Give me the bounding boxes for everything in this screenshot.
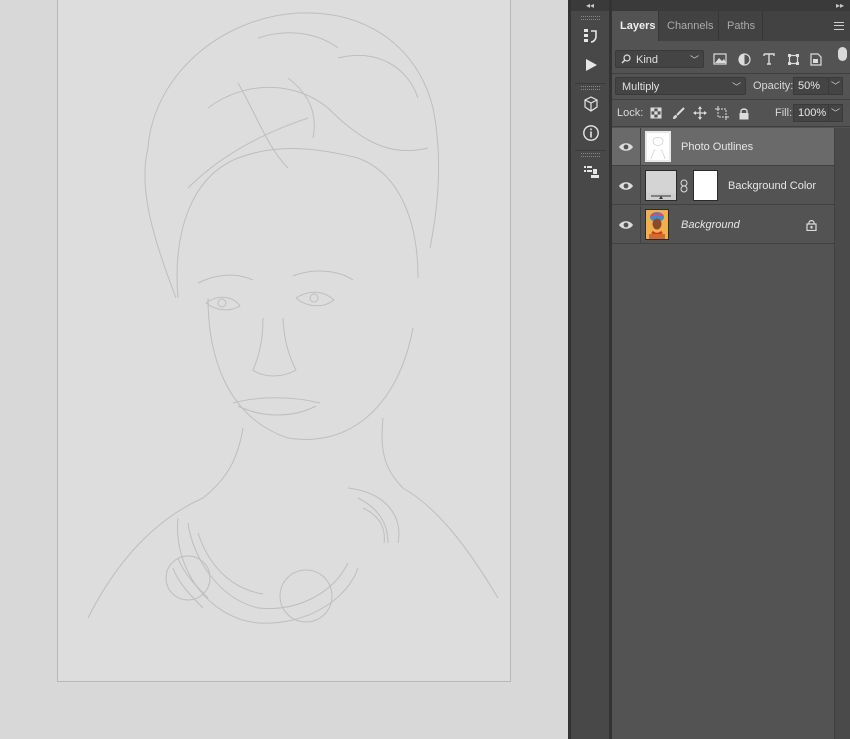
fill-layer-thumbnail (645, 170, 677, 201)
shape-filter-icon[interactable] (785, 51, 801, 67)
strip-grip[interactable] (581, 16, 600, 20)
layers-panel: ▸▸ Layers Channels Paths Kind ﹀ Multiply… (612, 0, 850, 739)
lock-all-icon[interactable] (736, 105, 752, 121)
blend-mode-dropdown[interactable]: Multiply ﹀ (615, 77, 746, 95)
visibility-eye-icon[interactable] (618, 218, 634, 232)
chevron-down-icon: ﹀ (731, 82, 741, 92)
layer-background[interactable]: Background (612, 206, 834, 244)
visibility-eye-icon[interactable] (618, 140, 634, 154)
lock-icon (806, 220, 817, 231)
panel-collapse-bar[interactable]: ▸▸ (612, 0, 850, 11)
3d-cube-icon[interactable] (577, 92, 605, 116)
filter-kind-dropdown[interactable]: Kind ﹀ (615, 50, 704, 68)
lock-transparent-pixels-icon[interactable] (648, 105, 664, 121)
opacity-slider-chevron-icon[interactable]: ﹀ (829, 77, 843, 95)
link-chain-icon[interactable] (680, 179, 688, 193)
panel-tabs: Layers Channels Paths (612, 11, 850, 41)
filter-kind-label: Kind (636, 54, 659, 66)
properties-icon[interactable] (577, 160, 605, 184)
info-icon[interactable] (577, 121, 605, 145)
image-filter-icon[interactable] (712, 51, 728, 67)
lock-label: Lock: (617, 107, 644, 119)
search-icon (621, 54, 631, 64)
lock-artboard-icon[interactable] (714, 105, 730, 121)
chevron-down-icon: ﹀ (689, 55, 699, 65)
photo-outline-sketch (87, 12, 499, 624)
opacity-input[interactable]: 50% (793, 77, 829, 95)
fill-slider-chevron-icon[interactable]: ﹀ (829, 104, 843, 122)
layer-name: Background (681, 219, 740, 231)
canvas-area[interactable] (0, 0, 568, 739)
blend-mode-value: Multiply (622, 81, 660, 93)
layer-photo-outlines[interactable]: Photo Outlines (612, 128, 834, 166)
lock-position-icon[interactable] (692, 105, 708, 121)
layer-background-color[interactable]: Background Color (612, 167, 834, 205)
collapse-strip-button[interactable]: ◂◂ (571, 0, 609, 11)
strip-grip[interactable] (581, 86, 600, 90)
filter-toggle[interactable] (834, 41, 850, 71)
opacity-label: Opacity: (753, 80, 794, 92)
adjustment-filter-icon[interactable] (736, 51, 752, 67)
tab-paths[interactable]: Paths (719, 11, 763, 41)
strip-grip[interactable] (581, 153, 600, 157)
collapsed-panel-strip: ◂◂ (571, 0, 610, 739)
panel-menu-icon[interactable] (834, 22, 844, 30)
document-canvas[interactable] (57, 0, 511, 682)
tab-channels[interactable]: Channels (659, 11, 719, 41)
type-filter-icon[interactable] (761, 51, 777, 67)
layer-name: Background Color (728, 180, 817, 192)
layer-thumbnail (645, 131, 671, 162)
lock-image-pixels-icon[interactable] (670, 105, 686, 121)
fill-input[interactable]: 100% (793, 104, 829, 122)
layer-mask-thumbnail[interactable] (693, 170, 718, 201)
tab-layers[interactable]: Layers (612, 11, 659, 41)
history-icon[interactable] (577, 24, 605, 48)
photo-thumbnail (645, 209, 669, 240)
actions-play-icon[interactable] (577, 53, 605, 77)
layer-name: Photo Outlines (681, 141, 754, 153)
layers-scrollbar[interactable] (834, 128, 850, 739)
visibility-eye-icon[interactable] (618, 179, 634, 193)
smart-object-filter-icon[interactable] (808, 51, 824, 67)
fill-label: Fill: (775, 107, 793, 119)
